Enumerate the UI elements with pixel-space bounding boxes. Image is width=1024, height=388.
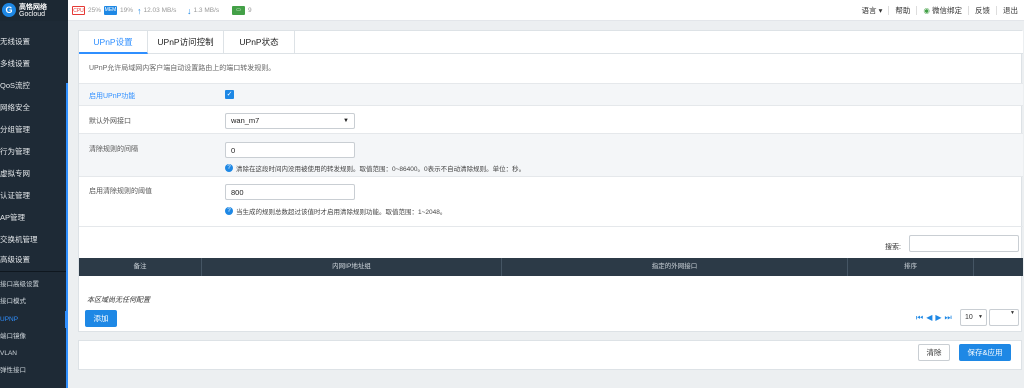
tab-bar: UPnP设置 UPnP访问控制 UPnP状态 [79, 31, 1023, 54]
wan-interface-value: wan_m7 [231, 116, 260, 125]
chevron-down-icon: ▼ [978, 314, 983, 320]
sidebar-scrollbar[interactable] [66, 83, 68, 388]
clear-interval-label: 清除规则的间隔 [89, 146, 138, 153]
download-stat: ↓ 1.3 MB/s [187, 5, 219, 16]
terminal-stat: ▭ 9 [232, 5, 252, 16]
sidebar: 无线设置 多线设置 QoS流控 网络安全 分组管理 行为管理 虚拟专网 认证管理… [0, 21, 68, 388]
column-order[interactable]: 排序 [848, 258, 974, 276]
sidebar-sub-interface-advanced[interactable]: 接口高级设置 [0, 276, 68, 293]
cpu-value: 25% [88, 7, 102, 14]
sidebar-sub-elastic-interface[interactable]: 弹性接口 [0, 362, 68, 379]
feedback-link[interactable]: 反馈 [968, 6, 996, 15]
download-value: 1.3 MB/s [193, 7, 220, 14]
clear-threshold-input[interactable] [225, 184, 355, 200]
save-apply-button[interactable]: 保存&应用 [959, 344, 1011, 361]
help-link[interactable]: 帮助 [888, 6, 916, 15]
wan-interface-row: 默认外网接口 wan_m7 ▼ [79, 105, 1023, 133]
chevron-down-icon: ▼ [343, 118, 349, 124]
cpu-icon: CPU [72, 6, 85, 15]
wan-interface-select[interactable]: wan_m7 ▼ [225, 113, 355, 129]
prev-page-icon[interactable]: ◀ [926, 313, 932, 323]
upload-arrow-icon: ↑ [137, 5, 142, 16]
clear-threshold-hint-text: 当生成的规则总数超过该值时才启用清除规则功能。取值范围：1~2048。 [236, 209, 447, 216]
sidebar-item-ap[interactable]: AP管理 [0, 207, 68, 229]
upnp-panel: UPnP设置 UPnP访问控制 UPnP状态 UPnP允许局域网内客户端自动设置… [78, 30, 1023, 332]
sidebar-item-wireless[interactable]: 无线设置 [0, 31, 68, 53]
page-size-select[interactable]: 10 ▼ [960, 309, 987, 326]
first-page-icon[interactable]: ⏮ [916, 313, 923, 323]
memory-stat: MEM 19% [104, 5, 133, 16]
empty-table-message: 本区域尚无任何配置 [87, 297, 150, 304]
wechat-icon: ◉ [923, 6, 930, 15]
logout-link[interactable]: 退出 [996, 6, 1024, 15]
top-links: 语言 ▾ 帮助 ◉ 微信绑定 反馈 退出 [856, 0, 1024, 21]
wechat-bind-link[interactable]: ◉ 微信绑定 [916, 6, 968, 15]
last-page-icon[interactable]: ⏭ [945, 313, 952, 323]
page-number-select[interactable]: ▼ [989, 309, 1019, 326]
tab-upnp-settings[interactable]: UPnP设置 [79, 31, 148, 54]
sidebar-item-switch[interactable]: 交换机管理 [0, 229, 68, 251]
top-bar: G 高恪网络 Gocloud CPU 25% MEM 19% ↑ 12.03 M… [0, 0, 1024, 21]
next-page-icon[interactable]: ▶ [935, 313, 941, 323]
upload-value: 12.03 MB/s [143, 7, 177, 14]
sidebar-item-qos[interactable]: QoS流控 [0, 75, 68, 97]
wechat-bind-label: 微信绑定 [932, 6, 962, 15]
clear-interval-row: 清除规则的间隔 ? 清除在这段时间内没用被使用的转发规则。取值范围：0~8640… [79, 133, 1023, 176]
help-icon: ? [225, 164, 233, 172]
upload-stat: ↑ 12.03 MB/s [137, 5, 176, 16]
clear-interval-hint: ? 清除在这段时间内没用被使用的转发规则。取值范围：0~86400。0表示不自动… [225, 163, 525, 173]
monitor-icon: ▭ [232, 6, 245, 15]
sidebar-sub-port-mirror[interactable]: 端口镜像 [0, 328, 68, 345]
enable-upnp-row: 启用UPnP功能 ✓ [79, 83, 1023, 105]
logo-icon: G [2, 3, 16, 17]
wan-interface-label: 默认外网接口 [89, 118, 131, 125]
brand-name-en: Gocloud [19, 11, 46, 18]
tab-upnp-access-control[interactable]: UPnP访问控制 [148, 31, 224, 54]
sidebar-item-behavior[interactable]: 行为管理 [0, 141, 68, 163]
search-label: 搜索: [885, 244, 901, 251]
sidebar-sub-upnp[interactable]: UPNP [0, 311, 68, 328]
enable-upnp-checkbox[interactable]: ✓ [225, 90, 234, 99]
sidebar-item-vpn[interactable]: 虚拟专网 [0, 163, 68, 185]
clear-threshold-label: 启用清除规则的阈值 [89, 188, 152, 195]
sidebar-item-advanced[interactable]: 高级设置 [0, 249, 68, 271]
clear-threshold-row: 启用清除规则的阈值 ? 当生成的规则总数超过该值时才启用清除规则功能。取值范围：… [79, 176, 1023, 226]
search-input[interactable] [909, 235, 1019, 252]
memory-icon: MEM [104, 6, 117, 15]
sidebar-item-auth[interactable]: 认证管理 [0, 185, 68, 207]
clear-interval-input[interactable] [225, 142, 355, 158]
clear-threshold-hint: ? 当生成的规则总数超过该值时才启用清除规则功能。取值范围：1~2048。 [225, 206, 446, 216]
sidebar-item-multiline[interactable]: 多线设置 [0, 53, 68, 75]
sidebar-sub-interface-mode[interactable]: 接口模式 [0, 293, 68, 310]
page-size-value: 10 [965, 314, 973, 321]
section-divider [79, 226, 1023, 227]
language-link[interactable]: 语言 ▾ [856, 6, 889, 15]
clear-interval-hint-text: 清除在这段时间内没用被使用的转发规则。取值范围：0~86400。0表示不自动清除… [236, 166, 526, 173]
sidebar-sub-vlan[interactable]: VLAN [0, 345, 68, 362]
cpu-stat: CPU 25% [72, 5, 101, 16]
memory-value: 19% [120, 7, 134, 14]
help-icon: ? [225, 207, 233, 215]
sidebar-item-security[interactable]: 网络安全 [0, 97, 68, 119]
pagination: ⏮ ◀ ▶ ⏭ [916, 313, 952, 323]
sidebar-item-groups[interactable]: 分组管理 [0, 119, 68, 141]
terminal-count: 9 [248, 7, 252, 14]
column-wan-interface[interactable]: 指定的外网接口 [502, 258, 848, 276]
chevron-down-icon: ▼ [1010, 310, 1015, 316]
sidebar-divider [0, 271, 68, 272]
enable-upnp-label: 启用UPnP功能 [89, 93, 136, 100]
logo: G 高恪网络 Gocloud [0, 0, 68, 21]
tab-upnp-status[interactable]: UPnP状态 [224, 31, 295, 54]
page-description: UPnP允许局域网内客户端自动设置路由上的端口转发规则。 [89, 65, 276, 72]
column-lan-ip-group[interactable]: 内网IP地址组 [202, 258, 502, 276]
action-bar: 清除 保存&应用 [78, 340, 1022, 370]
add-button[interactable]: 添加 [85, 310, 117, 327]
download-arrow-icon: ↓ [187, 5, 192, 16]
clear-button[interactable]: 清除 [918, 344, 950, 361]
table-header: 备注 内网IP地址组 指定的外网接口 排序 [79, 258, 1023, 276]
column-remark[interactable]: 备注 [79, 258, 202, 276]
